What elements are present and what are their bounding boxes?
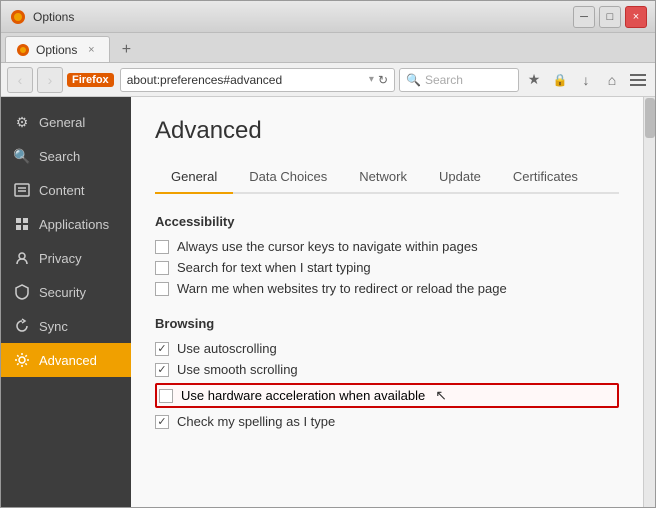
content-area: Advanced General Data Choices Network Up… [131,97,643,507]
sidebar-item-general[interactable]: ⚙ General [1,105,131,139]
sidebar-label-security: Security [39,285,86,300]
accessibility-label-1: Search for text when I start typing [177,260,371,275]
sub-tab-update[interactable]: Update [423,161,497,194]
firefox-badge: Firefox [67,73,114,87]
tab-close-button[interactable]: × [83,42,99,58]
browsing-title: Browsing [155,316,619,331]
accessibility-checkbox-1[interactable] [155,261,169,275]
browser-window: Options ─ □ × Options × + ‹ › Firefox ab… [0,0,656,508]
page-title: Advanced [155,117,619,145]
sidebar-item-content[interactable]: Content [1,173,131,207]
window-controls: ─ □ × [573,6,647,28]
accessibility-checkbox-0[interactable] [155,240,169,254]
options-tab[interactable]: Options × [5,36,110,62]
home-icon[interactable]: ⌂ [601,69,623,91]
sidebar: ⚙ General 🔍 Search Content Applications [1,97,131,507]
window-title: Options [33,10,573,24]
sidebar-label-content: Content [39,183,85,198]
applications-icon [13,215,31,233]
browsing-item-0: Use autoscrolling [155,341,619,356]
browsing-checkbox-2[interactable] [159,389,173,403]
tab-bar: Options × + [1,33,655,63]
accessibility-label-2: Warn me when websites try to redirect or… [177,281,507,296]
back-button[interactable]: ‹ [7,67,33,93]
browsing-label-1: Use smooth scrolling [177,362,298,377]
forward-button[interactable]: › [37,67,63,93]
sidebar-item-sync[interactable]: Sync [1,309,131,343]
refresh-button[interactable]: ↻ [378,73,388,87]
menu-line-2 [630,79,646,81]
search-placeholder: Search [425,73,463,87]
accessibility-label-0: Always use the cursor keys to navigate w… [177,239,478,254]
title-bar: Options ─ □ × [1,1,655,33]
browsing-item-3: Check my spelling as I type [155,414,619,429]
sidebar-item-privacy[interactable]: Privacy [1,241,131,275]
search-bar[interactable]: 🔍 Search [399,68,519,92]
scroll-thumb[interactable] [645,98,655,138]
advanced-icon [13,351,31,369]
sync-icon [13,317,31,335]
url-dropdown-icon[interactable]: ▾ [369,74,374,85]
page-content: Advanced General Data Choices Network Up… [131,97,643,507]
nav-icons: ★ 🔒 ↓ ⌂ [523,69,649,91]
browsing-label-2: Use hardware acceleration when available [181,388,425,403]
sub-tab-data-choices[interactable]: Data Choices [233,161,343,194]
new-tab-button[interactable]: + [114,38,138,62]
accessibility-item-0: Always use the cursor keys to navigate w… [155,239,619,254]
sidebar-label-advanced: Advanced [39,353,97,368]
general-icon: ⚙ [13,113,31,131]
maximize-button[interactable]: □ [599,6,621,28]
lock-icon: 🔒 [549,69,571,91]
security-icon [13,283,31,301]
tab-icon [16,43,30,57]
sidebar-item-security[interactable]: Security [1,275,131,309]
browsing-checkbox-3[interactable] [155,415,169,429]
download-icon[interactable]: ↓ [575,69,597,91]
browsing-checkbox-1[interactable] [155,363,169,377]
menu-line-1 [630,74,646,76]
sidebar-label-applications: Applications [39,217,109,232]
minimize-button[interactable]: ─ [573,6,595,28]
scrollbar[interactable] [643,97,655,507]
browsing-section: Browsing Use autoscrolling Use smooth sc… [155,316,619,429]
sidebar-label-general: General [39,115,85,130]
url-bar[interactable]: about:preferences#advanced ▾ ↻ [120,68,395,92]
menu-line-3 [630,84,646,86]
sidebar-item-search[interactable]: 🔍 Search [1,139,131,173]
browsing-item-highlighted: Use hardware acceleration when available… [155,383,619,408]
cursor-icon: ↖ [435,387,447,404]
accessibility-section: Accessibility Always use the cursor keys… [155,214,619,296]
sidebar-item-advanced[interactable]: Advanced [1,343,131,377]
sidebar-item-applications[interactable]: Applications [1,207,131,241]
url-text: about:preferences#advanced [127,73,365,87]
browsing-checkbox-0[interactable] [155,342,169,356]
search-icon: 🔍 [13,147,31,165]
close-button[interactable]: × [625,6,647,28]
browsing-item-1: Use smooth scrolling [155,362,619,377]
sidebar-label-sync: Sync [39,319,68,334]
accessibility-item-1: Search for text when I start typing [155,260,619,275]
menu-button[interactable] [627,69,649,91]
main-content: ⚙ General 🔍 Search Content Applications [1,97,655,507]
tab-label: Options [36,43,77,57]
browsing-label-0: Use autoscrolling [177,341,277,356]
window-icon [9,8,27,26]
sub-tab-general[interactable]: General [155,161,233,194]
privacy-icon [13,249,31,267]
browsing-item-2-wrapper: Use hardware acceleration when available… [155,383,619,408]
accessibility-title: Accessibility [155,214,619,229]
browsing-label-3: Check my spelling as I type [177,414,335,429]
sidebar-label-search: Search [39,149,80,164]
sidebar-label-privacy: Privacy [39,251,82,266]
accessibility-item-2: Warn me when websites try to redirect or… [155,281,619,296]
bookmark-icon[interactable]: ★ [523,69,545,91]
sub-tab-certificates[interactable]: Certificates [497,161,594,194]
sub-tabs: General Data Choices Network Update Cert… [155,161,619,194]
navigation-bar: ‹ › Firefox about:preferences#advanced ▾… [1,63,655,97]
sub-tab-network[interactable]: Network [343,161,423,194]
accessibility-checkbox-2[interactable] [155,282,169,296]
search-icon: 🔍 [406,73,421,87]
content-icon [13,181,31,199]
